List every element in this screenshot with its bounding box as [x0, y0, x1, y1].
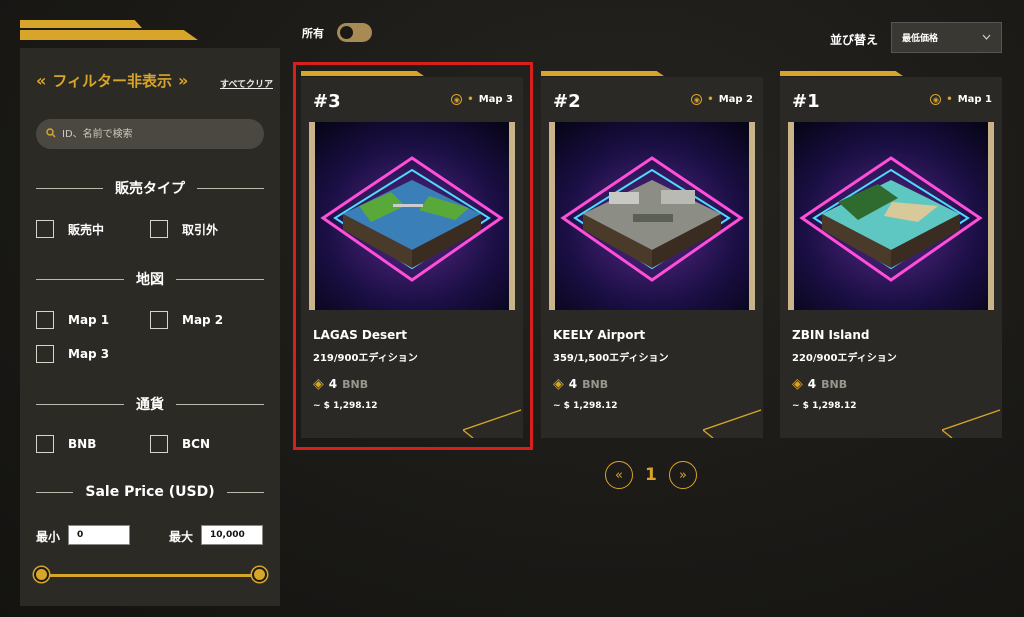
checkbox-map-1[interactable]: Map 1: [36, 311, 109, 329]
card-price-usd: ~ $ 1,298.12: [553, 401, 618, 411]
card-tab-accent: [780, 71, 903, 76]
bnb-icon: ◈: [792, 376, 803, 392]
toggle-knob[interactable]: [340, 26, 353, 39]
checkbox-map-2[interactable]: Map 2: [150, 311, 223, 329]
chevron-double-left-icon[interactable]: «: [36, 71, 46, 90]
land-image[interactable]: [549, 122, 755, 310]
sort-label: 並び替え: [830, 33, 879, 47]
max-price-label: 最大: [169, 530, 194, 544]
section-sale-type: 販売タイプ: [36, 178, 264, 198]
pagination-next-button[interactable]: »: [669, 461, 697, 489]
price-slider-max-handle[interactable]: [252, 567, 267, 582]
section-title-currency: 通貨: [136, 397, 164, 413]
pagination-prev-button[interactable]: «: [605, 461, 633, 489]
section-title-price: Sale Price (USD): [85, 484, 215, 500]
card-price-currency: BNB: [582, 377, 609, 391]
chevron-double-left-icon: «: [615, 467, 623, 483]
card-map-label: Map 2: [718, 94, 753, 105]
card-price-amount: 4: [807, 377, 817, 391]
section-title-sale-type: 販売タイプ: [115, 181, 185, 197]
card-price-currency: BNB: [821, 377, 848, 391]
owned-label: 所有: [302, 27, 324, 40]
card-map-tag: ◉ • Map 2: [691, 94, 753, 105]
pagination-current-page[interactable]: 1: [645, 465, 657, 485]
checkbox-label: BNB: [68, 437, 97, 451]
section-title-map: 地図: [136, 272, 164, 288]
checkbox-label: 販売中: [68, 222, 105, 237]
card-corner-decoration: [703, 409, 762, 438]
card-name: ZBIN Island: [792, 328, 870, 342]
land-card[interactable]: #1 ◉ • Map 1 ZBIN Island 220/900エディション ◈…: [780, 77, 1002, 438]
checkbox-box[interactable]: [36, 220, 54, 238]
filter-sidebar: « フィルター非表示 » すべてクリア 販売タイプ 販売中 取引外 地図 Map…: [20, 48, 280, 606]
checkbox-not-for-trade[interactable]: 取引外: [150, 220, 218, 238]
filter-hide-label[interactable]: フィルター非表示: [52, 70, 172, 91]
card-price: ◈ 4 BNB: [553, 376, 608, 392]
filter-toggle[interactable]: « フィルター非表示 »: [36, 70, 188, 91]
section-currency: 通貨: [36, 394, 264, 414]
min-price-label: 最小: [36, 530, 61, 544]
map-pin-icon: ◉: [691, 94, 703, 105]
card-map-tag: ◉ • Map 1: [930, 94, 992, 105]
search-icon: [46, 127, 56, 141]
card-number: #1: [792, 91, 820, 112]
card-edition: 359/1,500エディション: [553, 353, 669, 364]
card-price: ◈ 4 BNB: [792, 376, 847, 392]
card-name: KEELY Airport: [553, 328, 646, 342]
card-tab-accent: [541, 71, 664, 76]
land-card[interactable]: #2 ◉ • Map 2 KEELY Airport 359/1,500エディシ…: [541, 77, 763, 438]
owned-toggle[interactable]: [337, 23, 372, 42]
selected-card-highlight: [293, 62, 533, 450]
land-image[interactable]: [788, 122, 994, 310]
chevron-double-right-icon[interactable]: »: [178, 71, 188, 90]
sort-select[interactable]: 最低価格: [891, 22, 1002, 53]
checkbox-label: BCN: [182, 437, 210, 451]
card-corner-decoration: [942, 409, 1001, 438]
sidebar-tab-accent: [20, 20, 142, 28]
chevron-double-right-icon: »: [679, 467, 687, 483]
card-price-usd: ~ $ 1,298.12: [792, 401, 857, 411]
sort-selected-value: 最低価格: [902, 34, 939, 44]
checkbox-box[interactable]: [36, 345, 54, 363]
checkbox-label: 取引外: [182, 222, 219, 237]
card-number: #2: [553, 91, 581, 112]
bnb-icon: ◈: [553, 376, 564, 392]
search-box[interactable]: [36, 119, 264, 149]
clear-all-link[interactable]: すべてクリア: [220, 77, 273, 90]
chevron-down-icon: [982, 33, 991, 43]
map-pin-icon: ◉: [930, 94, 942, 105]
checkbox-bnb[interactable]: BNB: [36, 435, 96, 453]
checkbox-box[interactable]: [36, 311, 54, 329]
checkbox-label: Map 3: [68, 347, 110, 361]
checkbox-box[interactable]: [36, 435, 54, 453]
card-map-label: Map 1: [957, 94, 992, 105]
checkbox-box[interactable]: [150, 220, 168, 238]
checkbox-label: Map 1: [68, 313, 110, 327]
price-slider-track[interactable]: [40, 574, 260, 577]
checkbox-on-sale[interactable]: 販売中: [36, 220, 104, 238]
price-slider-min-handle[interactable]: [34, 567, 49, 582]
checkbox-box[interactable]: [150, 435, 168, 453]
section-map: 地図: [36, 269, 264, 289]
checkbox-bcn[interactable]: BCN: [150, 435, 210, 453]
search-input[interactable]: [60, 127, 254, 141]
card-edition: 220/900エディション: [792, 353, 897, 364]
max-price-input[interactable]: [201, 525, 263, 545]
checkbox-box[interactable]: [150, 311, 168, 329]
card-price-amount: 4: [568, 377, 578, 391]
checkbox-map-3[interactable]: Map 3: [36, 345, 109, 363]
min-price-input[interactable]: [68, 525, 130, 545]
checkbox-label: Map 2: [182, 313, 224, 327]
sidebar-tab-accent-2: [20, 30, 198, 40]
section-price: Sale Price (USD): [36, 484, 265, 500]
